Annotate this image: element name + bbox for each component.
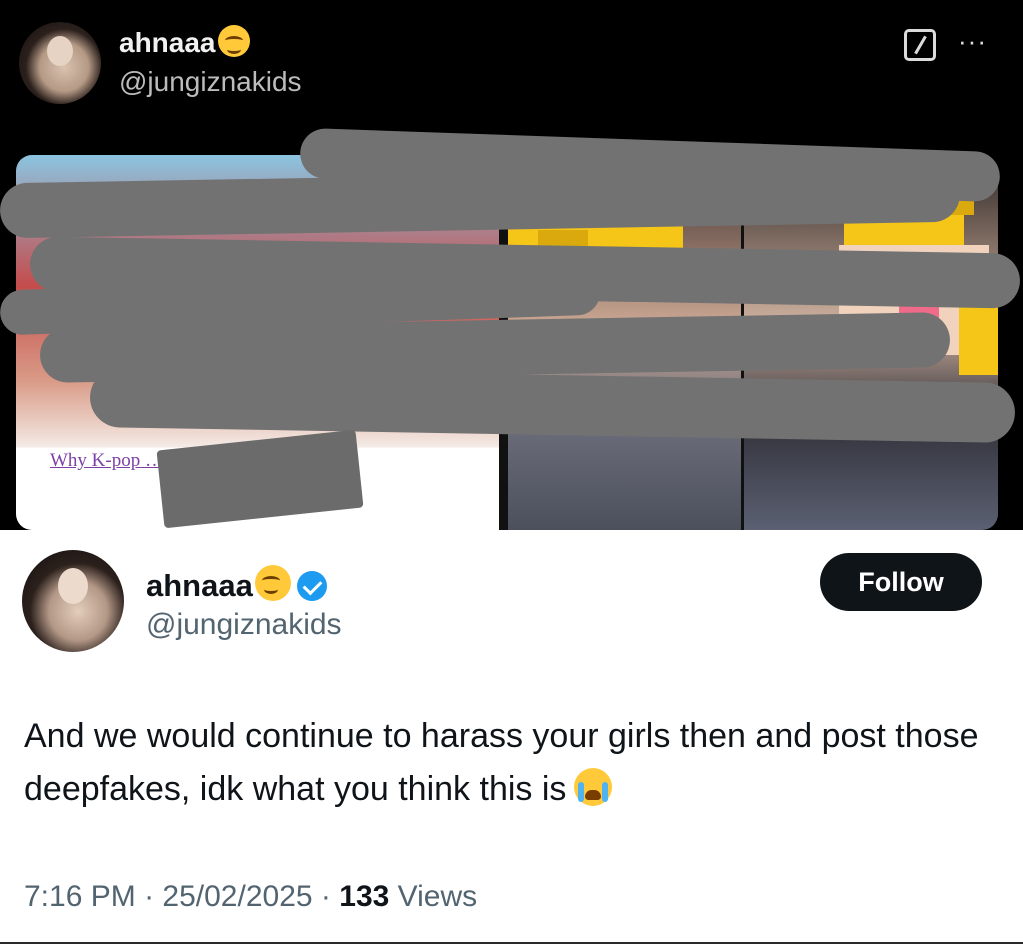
user-handle[interactable]: @jungiznakids <box>119 66 302 98</box>
censor-pixel <box>959 305 998 375</box>
smiling-face-icon <box>217 25 250 57</box>
display-name[interactable]: ahnaaa <box>119 25 250 59</box>
tweet-body: And we would continue to harass your gir… <box>24 717 979 808</box>
verified-badge-icon[interactable] <box>296 571 327 601</box>
avatar[interactable] <box>19 22 101 104</box>
more-options-icon[interactable]: ··· <box>958 26 987 57</box>
tweet-date[interactable]: 25/02/2025 <box>162 880 312 913</box>
meta-separator: · <box>320 880 331 913</box>
bottom-tweet: ahnaaa @jungiznakids Follow And we would… <box>0 530 1023 944</box>
tweet-meta: 7:16 PM · 25/02/2025 · 133 Views <box>24 880 477 914</box>
tweet-time[interactable]: 7:16 PM <box>24 880 136 913</box>
user-handle[interactable]: @jungiznakids <box>146 608 342 642</box>
views-label: Views <box>397 880 478 913</box>
edit-icon[interactable] <box>904 29 936 61</box>
loudly-crying-face-icon <box>574 768 613 806</box>
display-name[interactable]: ahnaaa <box>146 565 327 604</box>
meta-separator: · <box>144 880 155 913</box>
top-tweet: ahnaaa @jungiznakids ··· Why K-pop … & T… <box>0 0 1023 530</box>
smiling-face-icon <box>254 565 291 601</box>
avatar[interactable] <box>22 550 124 652</box>
follow-button[interactable]: Follow <box>820 553 982 611</box>
views-count: 133 <box>339 880 390 913</box>
tweet-text: And we would continue to harass your gir… <box>24 710 984 816</box>
